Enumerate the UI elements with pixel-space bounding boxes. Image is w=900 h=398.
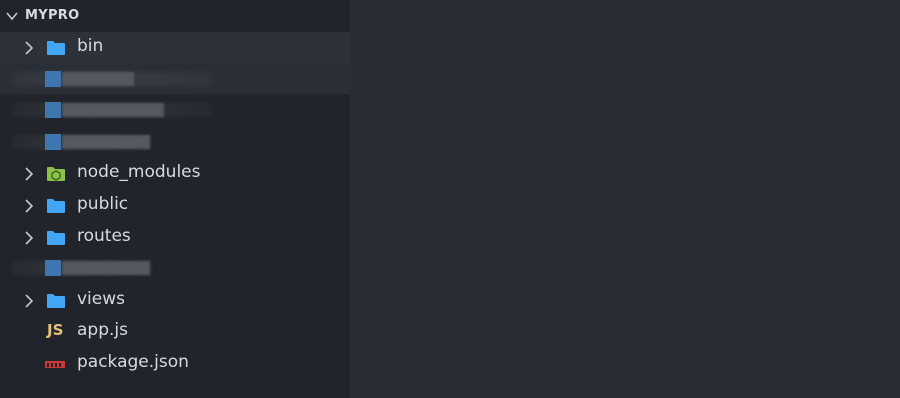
- tree-item-node-modules[interactable]: node_modules: [0, 158, 350, 189]
- redacted-label: [62, 72, 134, 86]
- tree-item-app-js[interactable]: JS app.js: [0, 316, 350, 347]
- chevron-right-icon: [25, 294, 34, 308]
- tree-item-label: node_modules: [77, 162, 201, 182]
- chevron-right-icon: [25, 231, 34, 245]
- chevron-right-icon: [25, 167, 34, 181]
- tree-item-redacted[interactable]: [0, 95, 350, 126]
- tree-item-bin[interactable]: bin: [0, 32, 350, 63]
- tree-item-redacted[interactable]: [0, 63, 350, 94]
- tree-item-redacted[interactable]: [0, 127, 350, 158]
- chevron-right-icon: [25, 199, 34, 213]
- folder-icon: [45, 260, 61, 276]
- tree-item-label: bin: [77, 36, 104, 56]
- chevron-right-icon: [25, 41, 34, 55]
- tree-item-public[interactable]: public: [0, 190, 350, 221]
- tree-item-label: routes: [77, 226, 131, 246]
- npm-file-icon: [45, 361, 65, 368]
- tree-item-label: app.js: [77, 320, 128, 340]
- folder-icon: [47, 199, 65, 213]
- folder-icon: [45, 102, 61, 118]
- folder-icon: [45, 71, 61, 87]
- tree-item-views[interactable]: views: [0, 285, 350, 316]
- tree-item-label: package.json: [77, 352, 189, 372]
- folder-icon: [47, 294, 65, 308]
- explorer-section-header[interactable]: MYPRO: [0, 0, 350, 32]
- chevron-down-icon: [6, 12, 18, 21]
- editor-area: [350, 0, 900, 398]
- tree-item-routes[interactable]: routes: [0, 222, 350, 253]
- explorer-sidebar: MYPRO bin node_modules public routes vie…: [0, 0, 350, 398]
- redacted-label: [62, 103, 164, 117]
- folder-icon: [47, 41, 65, 55]
- folder-icon: [47, 231, 65, 245]
- tree-item-package-json[interactable]: package.json: [0, 348, 350, 379]
- redacted-label: [62, 261, 150, 275]
- js-file-icon: JS: [47, 321, 64, 339]
- project-title: MYPRO: [25, 8, 80, 23]
- tree-item-redacted[interactable]: [0, 253, 350, 284]
- tree-item-label: public: [77, 194, 129, 214]
- redacted-label: [62, 135, 150, 149]
- folder-icon: [45, 134, 61, 150]
- node-modules-folder-icon: [47, 167, 65, 181]
- tree-item-label: views: [77, 289, 126, 309]
